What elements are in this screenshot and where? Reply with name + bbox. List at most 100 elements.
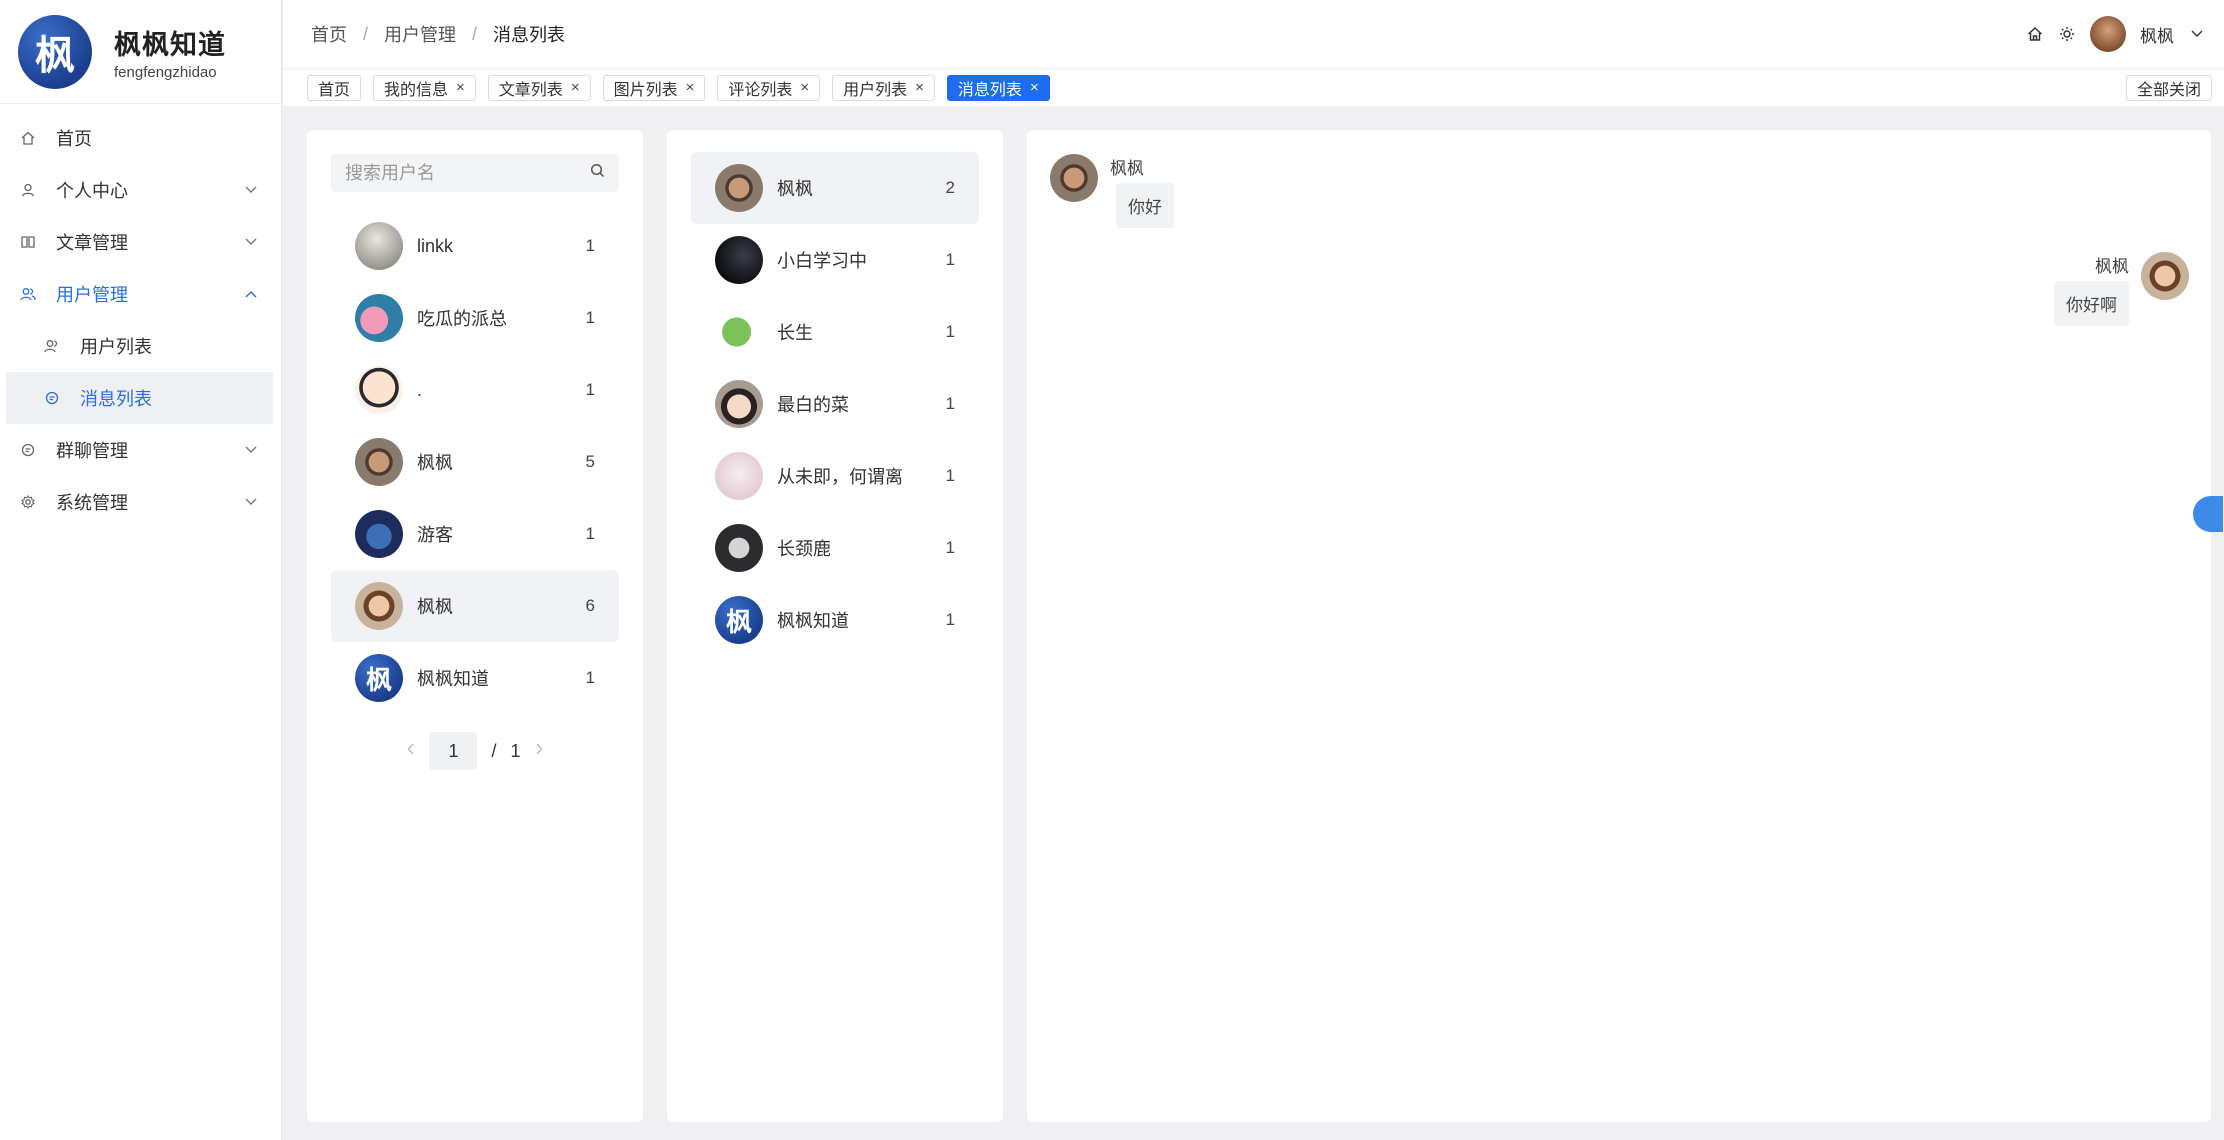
home-icon[interactable] (2026, 25, 2044, 43)
sidebar-item-user-management[interactable]: 用户管理 (0, 268, 281, 320)
close-icon[interactable]: × (686, 79, 695, 96)
chevron-down-icon (245, 443, 257, 457)
tab-article-list[interactable]: 文章列表 × (487, 74, 591, 101)
search-icon[interactable] (590, 163, 605, 183)
sidebar-item-message-list[interactable]: 消息列表 (6, 372, 273, 424)
avatar (355, 366, 403, 414)
contact-name: 长颈鹿 (777, 539, 831, 559)
avatar (715, 452, 763, 500)
tab-comment-list[interactable]: 评论列表 × (717, 74, 821, 101)
avatar (715, 524, 763, 572)
chevron-down-icon[interactable] (2188, 25, 2206, 43)
pagination: 1 / 1 (307, 732, 643, 770)
prev-page-icon[interactable] (407, 742, 415, 760)
sidebar-item-group-chat-management[interactable]: 群聊管理 (0, 424, 281, 476)
book-icon (20, 234, 36, 250)
sidebar-item-label: 文章管理 (56, 233, 128, 253)
avatar[interactable] (2090, 16, 2126, 52)
sidebar-item-label: 系统管理 (56, 493, 128, 513)
breadcrumb: 首页 / 用户管理 / 消息列表 (311, 21, 2026, 47)
user-list-panel: linkk 1 吃瓜的派总 1 . 1 枫枫 5 游客 1 枫枫 6 (307, 130, 643, 1122)
avatar (2141, 252, 2189, 300)
breadcrumb-user-management[interactable]: 用户管理 (384, 21, 456, 47)
message-count: 5 (585, 452, 595, 471)
tab-message-list[interactable]: 消息列表 × (946, 74, 1050, 101)
list-item[interactable]: 枫 枫枫知道 1 (691, 584, 979, 656)
list-item[interactable]: 枫枫 2 (691, 152, 979, 224)
tab-image-list[interactable]: 图片列表 × (602, 74, 706, 101)
list-item[interactable]: 长颈鹿 1 (691, 512, 979, 584)
users-icon (20, 286, 36, 302)
list-item[interactable]: 枫枫 5 (331, 426, 619, 498)
close-icon[interactable]: × (571, 79, 580, 96)
message-sender: 枫枫 (2095, 257, 2129, 276)
user-name: 吃瓜的派总 (417, 309, 507, 329)
tab-label: 首页 (318, 81, 351, 99)
avatar (1050, 154, 1098, 202)
close-icon[interactable]: × (915, 79, 924, 96)
site-subtitle: fengfengzhidao (114, 63, 217, 81)
avatar (355, 510, 403, 558)
avatar (715, 308, 763, 356)
tab-home[interactable]: 首页 (307, 74, 362, 101)
tab-my-info[interactable]: 我的信息 × (373, 74, 476, 101)
sidebar-menu: 首页 个人中心 文章管理 用户管理 用户列表 消息列表 群聊管理 系统管理 (0, 104, 281, 528)
avatar (355, 438, 403, 486)
contact-list: 枫枫 2 小白学习中 1 长生 1 最白的菜 1 从未即，何谓离 1 长颈鹿 1 (667, 130, 1003, 656)
logo-area: 枫 枫枫知道 fengfengzhidao (0, 0, 281, 104)
search-input[interactable] (345, 162, 590, 184)
contact-name: 小白学习中 (777, 251, 867, 271)
avatar (715, 164, 763, 212)
header-username[interactable]: 枫枫 (2140, 22, 2174, 47)
sidebar-item-home[interactable]: 首页 (0, 112, 281, 164)
list-item[interactable]: 长生 1 (691, 296, 979, 368)
chevron-down-icon (245, 183, 257, 197)
sidebar-item-label: 消息列表 (80, 389, 152, 409)
list-item[interactable]: 枫枫 6 (331, 570, 619, 642)
sidebar: 枫 枫枫知道 fengfengzhidao 首页 个人中心 文章管理 用户管理 … (0, 0, 282, 1140)
message-count: 1 (945, 250, 955, 269)
next-page-icon[interactable] (535, 742, 543, 760)
message-count: 1 (585, 308, 595, 327)
current-page[interactable]: 1 (429, 732, 478, 770)
chat-panel: 枫枫 你好 枫枫 你好啊 (1027, 130, 2223, 1122)
list-item[interactable]: 游客 1 (331, 498, 619, 570)
list-item[interactable]: 最白的菜 1 (691, 368, 979, 440)
list-item[interactable]: 小白学习中 1 (691, 224, 979, 296)
avatar (355, 582, 403, 630)
list-item[interactable]: 从未即，何谓离 1 (691, 440, 979, 512)
tabs-bar: 首页 我的信息 × 文章列表 × 图片列表 × 评论列表 × 用户列表 × 消息列表 × 全… (283, 68, 2224, 106)
sidebar-item-system-management[interactable]: 系统管理 (0, 476, 281, 528)
close-icon[interactable]: × (800, 79, 809, 96)
breadcrumb-separator: / (472, 23, 478, 44)
page-separator: / (491, 740, 497, 761)
floating-assistant-button[interactable] (2193, 496, 2223, 532)
settings-icon (20, 494, 36, 510)
sidebar-item-personal-center[interactable]: 个人中心 (0, 164, 281, 216)
contact-name: 枫枫知道 (777, 611, 849, 631)
close-icon[interactable]: × (1030, 79, 1039, 96)
tab-label: 用户列表 (843, 81, 908, 99)
sidebar-item-article-management[interactable]: 文章管理 (0, 216, 281, 268)
list-item[interactable]: . 1 (331, 354, 619, 426)
tab-label: 评论列表 (728, 81, 793, 99)
theme-toggle-icon[interactable] (2058, 25, 2076, 43)
message-count: 1 (585, 524, 595, 543)
sidebar-item-user-list[interactable]: 用户列表 (0, 320, 281, 372)
avatar: 枫 (355, 654, 403, 702)
tab-user-list[interactable]: 用户列表 × (832, 74, 935, 101)
sidebar-item-label: 用户管理 (56, 285, 128, 305)
list-item[interactable]: 枫 枫枫知道 1 (331, 642, 619, 714)
contact-name: 从未即，何谓离 (777, 467, 903, 487)
contact-name: 最白的菜 (777, 395, 849, 415)
list-item[interactable]: 吃瓜的派总 1 (331, 282, 619, 354)
message-icon (44, 390, 60, 406)
close-all-tabs-button[interactable]: 全部关闭 (2125, 75, 2212, 101)
list-item[interactable]: linkk 1 (331, 210, 619, 282)
sidebar-item-label: 首页 (56, 129, 92, 149)
close-icon[interactable]: × (456, 79, 465, 96)
message-count: 1 (945, 394, 955, 413)
total-pages: 1 (510, 740, 521, 761)
breadcrumb-home[interactable]: 首页 (311, 21, 347, 47)
message-count: 1 (585, 380, 595, 399)
